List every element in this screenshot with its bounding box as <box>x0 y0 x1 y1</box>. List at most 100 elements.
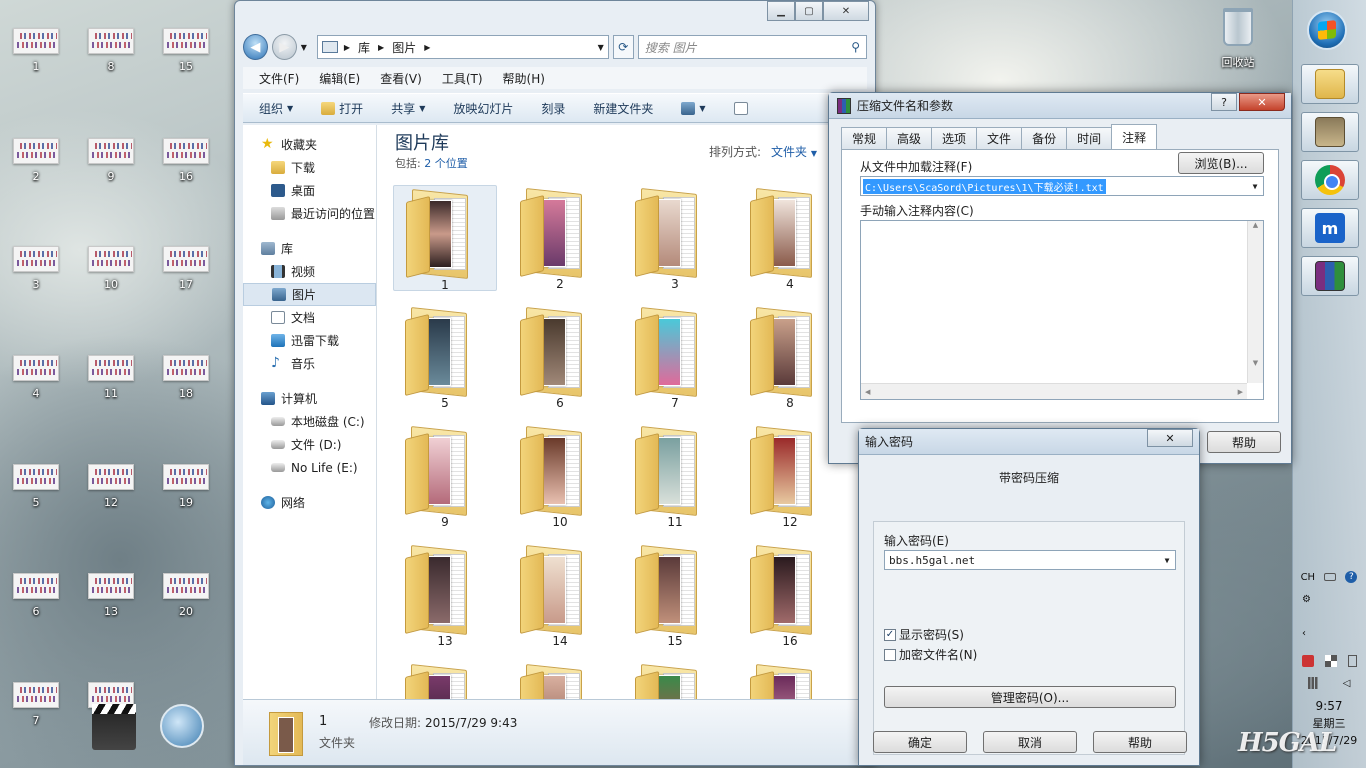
menu-view[interactable]: 查看(V) <box>380 70 422 87</box>
menu-file[interactable]: 文件(F) <box>259 70 299 87</box>
horizontal-scrollbar[interactable]: ◀ ▶ <box>861 383 1247 399</box>
nav-disk-d[interactable]: 文件 (D:) <box>243 433 376 456</box>
desktop-icon[interactable]: 18 <box>154 355 218 400</box>
taskbar-maxthon[interactable]: m <box>1301 208 1359 248</box>
desktop-icon[interactable]: 17 <box>154 246 218 291</box>
desktop-icon[interactable]: 8 <box>79 28 143 73</box>
taskbar-app[interactable] <box>1301 112 1359 152</box>
burn-button[interactable]: 刻录 <box>541 100 565 117</box>
start-button[interactable] <box>1307 10 1347 50</box>
tab-time[interactable]: 时间 <box>1066 127 1113 149</box>
nav-documents[interactable]: 文档 <box>243 306 376 329</box>
maximize-button[interactable]: ▢ <box>795 1 823 21</box>
desktop-icon[interactable]: 16 <box>154 138 218 183</box>
nav-xunlei[interactable]: 迅雷下载 <box>243 329 376 352</box>
taskbar-chrome[interactable] <box>1301 160 1359 200</box>
show-password-checkbox[interactable]: ✓ 显示密码(S) <box>884 626 964 643</box>
minimize-button[interactable]: ▁ <box>767 1 795 21</box>
tab-files[interactable]: 文件 <box>976 127 1023 149</box>
desktop-icon[interactable]: 6 <box>4 573 68 618</box>
folder-item[interactable]: 16 <box>738 542 842 648</box>
encrypt-filenames-checkbox[interactable]: 加密文件名(N) <box>884 646 977 663</box>
folder-item[interactable]: 5 <box>393 304 497 410</box>
nav-downloads[interactable]: 下载 <box>243 156 376 179</box>
folder-item[interactable] <box>508 661 612 699</box>
desktop-icon[interactable]: 5 <box>4 464 68 509</box>
folder-item[interactable]: 9 <box>393 423 497 529</box>
menu-edit[interactable]: 编辑(E) <box>319 70 360 87</box>
comment-textarea[interactable]: ▲ ▼ ◀ ▶ <box>860 220 1264 400</box>
recycle-bin[interactable]: 回收站 <box>1208 8 1268 70</box>
options-icon[interactable]: ⚙ <box>1302 594 1311 605</box>
help-icon[interactable]: ? <box>1345 571 1358 583</box>
folder-item[interactable]: 12 <box>738 423 842 529</box>
tab-advanced[interactable]: 高级 <box>886 127 933 149</box>
close-button[interactable]: ✕ <box>823 1 869 21</box>
volume-icon[interactable]: ◁ <box>1343 678 1351 689</box>
movie-maker-icon[interactable] <box>92 704 136 750</box>
folder-item[interactable] <box>738 661 842 699</box>
tab-general[interactable]: 常规 <box>841 127 888 149</box>
password-input[interactable]: bbs.h5gal.net ▼ <box>884 550 1176 570</box>
desktop-icon[interactable]: 15 <box>154 28 218 73</box>
new-folder-button[interactable]: 新建文件夹 <box>593 100 653 117</box>
signal-icon[interactable] <box>1307 677 1320 689</box>
close-button[interactable]: ✕ <box>1239 93 1285 111</box>
chevron-down-icon[interactable]: ▼ <box>1247 182 1263 191</box>
desktop-icon[interactable]: 9 <box>79 138 143 183</box>
open-button[interactable]: 打开 <box>321 100 363 117</box>
nav-recent[interactable]: 最近访问的位置 <box>243 202 376 225</box>
folder-item[interactable] <box>623 661 727 699</box>
nav-network[interactable]: 网络 <box>243 491 376 514</box>
forward-button[interactable]: ▶ <box>271 34 297 60</box>
comment-file-combo[interactable]: C:\Users\ScaSord\Pictures\1\下载必读!.txt ▼ <box>860 176 1264 196</box>
tool-icon[interactable] <box>160 704 204 748</box>
folder-item[interactable]: 10 <box>508 423 612 529</box>
search-input[interactable]: 搜索 图片 ⚲ <box>637 35 868 59</box>
breadcrumb-library[interactable]: 库 <box>358 39 370 56</box>
desktop-icon[interactable]: 2 <box>4 138 68 183</box>
includes-link[interactable]: 2 个位置 <box>424 157 468 170</box>
desktop-icon[interactable]: 13 <box>79 573 143 618</box>
folder-item[interactable]: 4 <box>738 185 842 291</box>
nav-pictures[interactable]: 图片 <box>243 283 376 306</box>
help-button[interactable]: ? <box>1211 93 1237 111</box>
chevron-left-icon[interactable]: ‹ <box>1302 628 1306 639</box>
nav-favorites[interactable]: ★ 收藏夹 <box>243 133 376 156</box>
address-bar[interactable]: ▶ 库 ▶ 图片 ▶ ▼ <box>316 35 609 59</box>
vertical-scrollbar[interactable]: ▲ ▼ <box>1247 221 1263 383</box>
close-button[interactable]: ✕ <box>1147 429 1193 447</box>
nav-disk-e[interactable]: No Life (E:) <box>243 456 376 479</box>
desktop-icon[interactable]: 7 <box>4 682 68 727</box>
share-button[interactable]: 共享 ▼ <box>391 100 425 117</box>
desktop-icon[interactable]: 3 <box>4 246 68 291</box>
taskbar-winrar[interactable] <box>1301 256 1359 296</box>
desktop-icon[interactable]: 12 <box>79 464 143 509</box>
tab-backup[interactable]: 备份 <box>1021 127 1068 149</box>
folder-item[interactable]: 14 <box>508 542 612 648</box>
desktop-icon[interactable]: 20 <box>154 573 218 618</box>
breadcrumb-pictures[interactable]: 图片 <box>392 39 416 56</box>
history-dropdown[interactable]: ▼ <box>301 43 307 52</box>
nav-desktop[interactable]: 桌面 <box>243 179 376 202</box>
network-error-icon[interactable] <box>1301 655 1314 667</box>
taskbar-explorer[interactable] <box>1301 64 1359 104</box>
desktop-icon[interactable]: 19 <box>154 464 218 509</box>
desktop-icon[interactable]: 1 <box>4 28 68 73</box>
desktop-icon[interactable]: 4 <box>4 355 68 400</box>
folder-item[interactable]: 13 <box>393 542 497 648</box>
device-icon[interactable] <box>1347 655 1357 667</box>
keyboard-icon[interactable] <box>1324 573 1337 581</box>
folder-item[interactable]: 2 <box>508 185 612 291</box>
preview-pane-button[interactable] <box>733 101 748 115</box>
cancel-button[interactable]: 取消 <box>983 731 1077 753</box>
back-button[interactable]: ◀ <box>243 34 268 60</box>
nav-disk-c[interactable]: 本地磁盘 (C:) <box>243 410 376 433</box>
chevron-down-icon[interactable]: ▼ <box>598 43 604 52</box>
desktop-icon[interactable]: 11 <box>79 355 143 400</box>
folder-item[interactable]: 8 <box>738 304 842 410</box>
folder-item[interactable] <box>393 661 497 699</box>
language-indicator[interactable]: CH <box>1301 572 1316 583</box>
refresh-button[interactable]: ⟳ <box>612 35 634 59</box>
nav-computer[interactable]: 计算机 <box>243 387 376 410</box>
